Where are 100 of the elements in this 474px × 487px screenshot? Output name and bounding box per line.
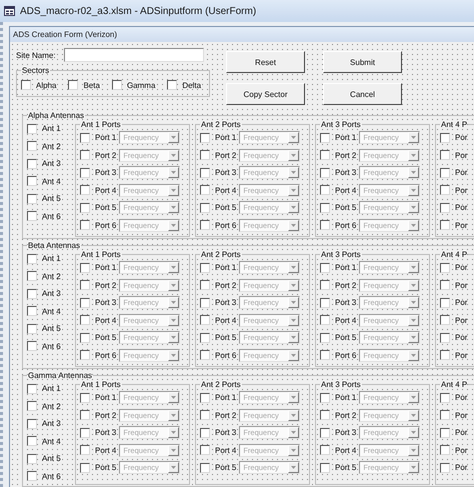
checkbox[interactable]: Ant 5 [27,190,72,208]
checkbox[interactable]: Por [440,296,468,310]
dropdown-arrow-icon [171,448,176,452]
dropdown-arrow-icon [411,354,416,357]
checkbox[interactable]: Por [440,183,468,198]
checkbox[interactable]: Ant 2 [27,138,72,155]
checkbox[interactable]: Ant 3 [27,415,72,432]
frame-title: Ant 4 P [441,121,468,129]
checkbox[interactable]: Ant 6 [27,468,72,485]
site-name-label: Site Name: [16,50,56,60]
dropdown-arrow-icon [291,414,296,417]
checkbox[interactable]: Por [440,443,468,458]
dropdown-arrow-icon [291,206,296,210]
form-button[interactable]: Reset [226,51,305,73]
checkbox[interactable]: Ant 2 [27,398,72,415]
dropdown-arrow-icon [171,224,176,227]
frame-title: Ant 4 P [441,251,468,259]
dropdown-arrow-icon [291,354,296,357]
dropdown-arrow-icon [411,301,416,304]
dropdown-arrow-icon [411,448,416,452]
dropdown-arrow-icon [171,266,176,270]
frame-title: Ant 3 Ports [321,250,361,259]
dropdown-arrow-icon [171,206,176,210]
checkbox[interactable]: Ant 5 [27,320,72,338]
checkbox[interactable]: Por [440,460,468,475]
frame-title: Ant 1 Ports [81,120,121,129]
dropdown-arrow-icon [411,414,416,417]
checkbox[interactable]: Ant 2 [27,268,72,285]
checkbox[interactable]: Por [440,278,468,292]
checkbox[interactable]: Ant 5 [27,450,72,468]
frame-title: Ant 2 Ports [201,250,241,259]
checkbox[interactable]: Ant 4 [27,302,72,320]
checkbox[interactable]: Por [440,426,468,440]
site-name-field[interactable] [64,48,204,62]
checkbox[interactable]: Por [440,313,468,328]
dropdown-arrow-icon [291,136,296,140]
dropdown-arrow-icon [171,431,176,434]
dropdown-arrow-icon [291,224,296,227]
form-button[interactable]: Submit [323,51,402,73]
checkbox[interactable]: Por [440,200,468,215]
dropdown-arrow-icon [411,396,416,400]
checkbox[interactable]: Ant 1 [27,380,72,398]
frame-title: Ant 1 Ports [81,250,121,259]
dropdown-arrow-icon [171,284,176,287]
dropdown-arrow-icon [411,154,416,157]
dropdown-arrow-icon [291,396,296,400]
dropdown-arrow-icon [171,354,176,357]
dropdown-arrow-icon [291,188,296,192]
dropdown-arrow-icon [171,318,176,322]
checkbox[interactable]: Ant 1 [27,250,72,268]
frame-title: Ant 4 P [441,381,468,389]
frame-title: Ant 1 Ports [81,380,121,389]
checkbox[interactable]: Ant 3 [27,155,72,172]
dropdown-arrow-icon [411,188,416,192]
checkbox[interactable]: Por [440,166,468,180]
checkbox[interactable]: Beta [68,78,100,92]
dropdown-arrow-icon [291,431,296,434]
dropdown-arrow-icon [411,284,416,287]
checkbox[interactable]: Por [440,260,468,275]
checkbox[interactable]: Delta [167,78,202,92]
dropdown-arrow-icon [411,466,416,470]
dropdown-arrow-icon [171,414,176,417]
frame-title: Ant 3 Ports [321,380,361,389]
checkbox[interactable]: Por [440,408,468,422]
checkbox[interactable]: Por [440,148,468,162]
form-button[interactable]: Cancel [323,83,402,105]
checkbox[interactable]: Por [440,330,468,345]
dropdown-arrow-icon [411,318,416,322]
checkbox[interactable]: Por [440,130,468,145]
frame-title: Ant 3 Ports [321,120,361,129]
checkbox[interactable]: Ant 6 [27,208,72,225]
checkbox[interactable]: Ant 1 [27,120,72,138]
frame-title: Ant 2 Ports [201,120,241,129]
form-icon [4,6,15,16]
frame-title: Alpha Antennas [28,111,84,120]
dropdown-arrow-icon [291,336,296,340]
frame-title: Sectors [22,66,50,75]
checkbox[interactable]: Por [440,218,468,232]
dropdown-arrow-icon [411,136,416,140]
dropdown-arrow-icon [411,336,416,340]
dropdown-arrow-icon [171,171,176,174]
checkbox[interactable]: Gamma [112,78,156,92]
dropdown-arrow-icon [291,154,296,157]
checkbox[interactable]: Ant 4 [27,172,72,190]
dropdown-arrow-icon [171,336,176,340]
form-button[interactable]: Copy Sector [226,83,305,105]
checkbox[interactable]: Por [440,390,468,405]
dropdown-arrow-icon [291,284,296,287]
checkbox[interactable]: Por [440,348,468,362]
dropdown-arrow-icon [411,224,416,227]
checkbox[interactable]: Ant 6 [27,338,72,355]
checkbox[interactable]: Ant 3 [27,285,72,302]
checkbox[interactable]: Ant 4 [27,432,72,450]
frame-title: Beta Antennas [28,241,80,250]
dropdown-arrow-icon [171,466,176,470]
frame-title: Ant 2 Ports [201,380,241,389]
dropdown-arrow-icon [411,266,416,270]
checkbox[interactable]: Alpha [21,78,56,92]
dropdown-arrow-icon [411,171,416,174]
dropdown-arrow-icon [291,466,296,470]
